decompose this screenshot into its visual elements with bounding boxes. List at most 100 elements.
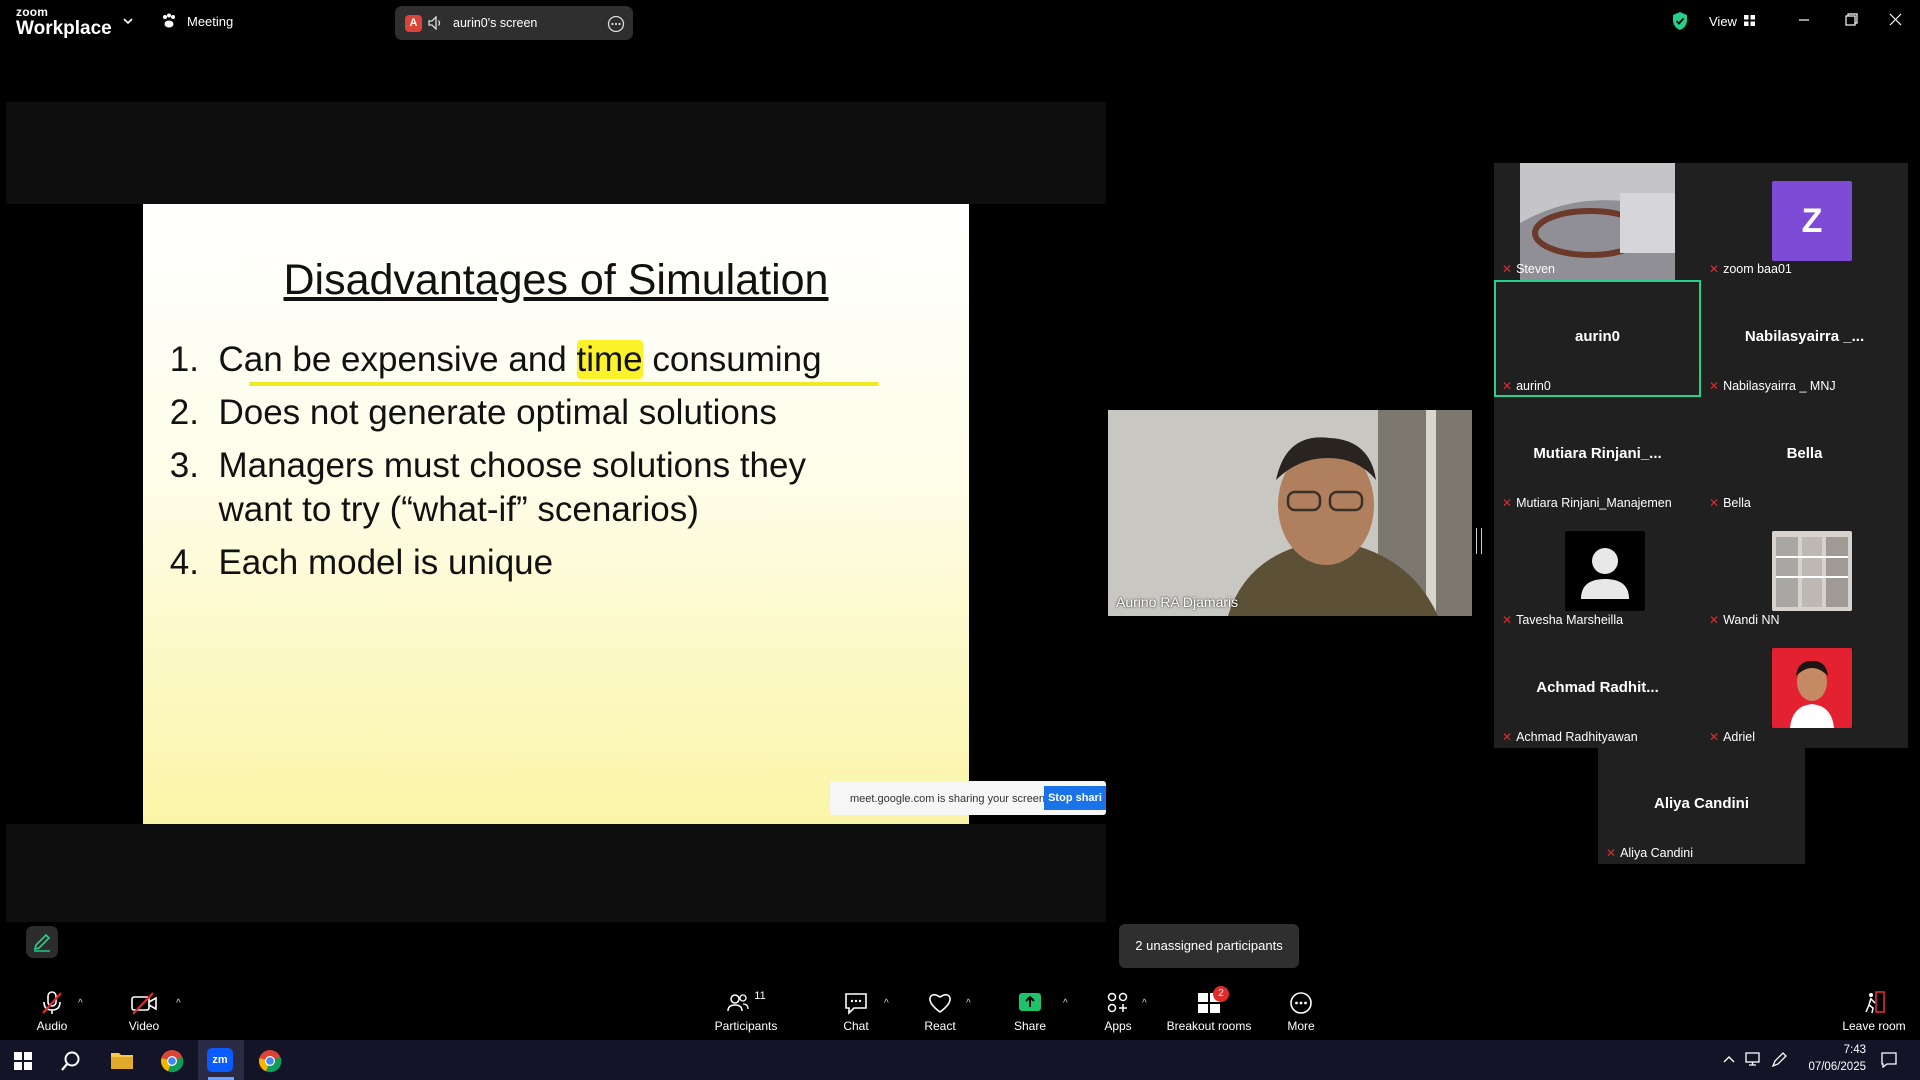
- participant-tile-nabilasyairra[interactable]: Nabilasyairra _... ✕ Nabilasyairra _ MNJ: [1701, 280, 1908, 397]
- network-icon[interactable]: [1744, 1051, 1762, 1067]
- participant-label: ✕ Nabilasyairra _ MNJ: [1709, 379, 1836, 393]
- mic-muted-icon: [42, 991, 62, 1014]
- windows-start-icon[interactable]: [14, 1052, 32, 1070]
- participant-tile-mutiara[interactable]: Mutiara Rinjani_... ✕ Mutiara Rinjani_Man…: [1494, 397, 1701, 514]
- windows-taskbar: zm 7:43 07/06/2025: [0, 1040, 1920, 1080]
- participant-tile-aliya[interactable]: Aliya Candini ✕ Aliya Candini: [1598, 747, 1805, 864]
- security-shield-icon[interactable]: [1671, 11, 1689, 31]
- speaker-name: Aurino RA Djamaris: [1116, 594, 1239, 610]
- chat-options-caret[interactable]: ^: [884, 998, 889, 1009]
- participant-tile-bella[interactable]: Bella ✕ Bella: [1701, 397, 1908, 514]
- chevron-down-icon[interactable]: [122, 15, 134, 27]
- meeting-label[interactable]: Meeting: [187, 14, 233, 29]
- slide-item-2: 2. Does not generate optimal solutions: [169, 393, 777, 432]
- react-options-caret[interactable]: ^: [966, 998, 971, 1009]
- participants-button[interactable]: 11 Participants: [706, 990, 786, 1033]
- chrome-active-icon[interactable]: [258, 1049, 282, 1073]
- participant-label: ✕ Steven: [1502, 262, 1555, 276]
- annotate-pencil-icon[interactable]: [26, 926, 58, 958]
- audio-button[interactable]: Audio: [12, 990, 92, 1033]
- react-button[interactable]: React: [900, 990, 980, 1033]
- pen-icon[interactable]: [1770, 1051, 1788, 1069]
- screen-label: aurin0's screen: [453, 16, 538, 30]
- profile-photo: [1772, 531, 1852, 611]
- participant-tile-wandi[interactable]: ✕ Wandi NN: [1701, 514, 1908, 631]
- close-icon[interactable]: [1889, 13, 1902, 26]
- slide-item-4: 4. Each model is unique: [169, 543, 554, 582]
- speaker-video[interactable]: Aurino RA Djamaris: [1108, 410, 1472, 616]
- participant-label: ✕ Tavesha Marsheilla: [1502, 613, 1624, 627]
- system-clock[interactable]: 7:43 07/06/2025: [1806, 1042, 1866, 1076]
- participant-display-name: Achmad Radhit...: [1536, 679, 1659, 696]
- stop-sharing-button[interactable]: Stop shari: [1044, 786, 1106, 810]
- participant-tile-steven[interactable]: ✕ Steven: [1494, 163, 1701, 280]
- participants-icon: [727, 994, 749, 1012]
- screen-share-indicator[interactable]: A aurin0's screen: [395, 6, 633, 40]
- participant-display-name: Nabilasyairra _...: [1744, 328, 1865, 345]
- mic-muted-icon: ✕: [1502, 613, 1513, 627]
- more-options-icon[interactable]: [607, 15, 625, 33]
- leave-room-icon: [1865, 991, 1885, 1014]
- participant-label: ✕ Adriel: [1709, 730, 1756, 744]
- video-off-icon: [131, 992, 157, 1015]
- unassigned-participants-tooltip: 2 unassigned participants: [1119, 924, 1299, 968]
- participant-tile-achmad[interactable]: Achmad Radhit... ✕ Achmad Radhityawan: [1494, 631, 1701, 748]
- search-icon[interactable]: [60, 1050, 82, 1072]
- participant-display-name: Aliya Candini: [1653, 795, 1750, 812]
- file-explorer-icon[interactable]: [110, 1050, 134, 1070]
- meeting-toolbar: Audio ^ Video ^ 11 Participants Chat ^ R…: [0, 980, 1920, 1040]
- chrome-icon[interactable]: [160, 1049, 184, 1073]
- restore-icon[interactable]: [1845, 13, 1858, 26]
- participant-label: ✕ aurin0: [1502, 379, 1551, 393]
- breakout-badge: 2: [1213, 986, 1229, 1002]
- slide-item-3: 3. Managers must choose solutions they: [169, 446, 806, 485]
- speaker-icon: [428, 16, 444, 30]
- grid-view-icon[interactable]: [1744, 15, 1755, 26]
- participant-tile-tavesha[interactable]: ✕ Tavesha Marsheilla: [1494, 514, 1701, 631]
- slide-title: Disadvantages of Simulation: [283, 256, 829, 304]
- participant-label: ✕ Wandi NN: [1709, 613, 1780, 627]
- participants-count: 11: [754, 990, 766, 1002]
- leave-room-button[interactable]: Leave room: [1832, 990, 1916, 1033]
- highlight-underline: [249, 382, 879, 386]
- chat-icon: [845, 993, 867, 1015]
- video-options-caret[interactable]: ^: [176, 998, 181, 1009]
- more-icon: [1290, 992, 1312, 1014]
- mic-muted-icon: ✕: [1502, 262, 1513, 276]
- avatar: Z: [1772, 181, 1852, 261]
- zoom-workplace-logo[interactable]: zoom Workplace: [16, 6, 112, 38]
- more-button[interactable]: More: [1261, 990, 1341, 1033]
- mic-muted-icon: ✕: [1502, 496, 1513, 510]
- notifications-icon[interactable]: [1880, 1051, 1898, 1069]
- share-options-caret[interactable]: ^: [1063, 998, 1068, 1009]
- resize-handle[interactable]: [1476, 528, 1482, 554]
- heart-icon: [929, 993, 951, 1013]
- view-button[interactable]: View: [1709, 14, 1737, 29]
- participant-label: ✕ zoom baa01: [1709, 262, 1792, 276]
- share-button[interactable]: Share: [990, 990, 1070, 1033]
- zoom-taskbar-item[interactable]: zm: [198, 1040, 244, 1080]
- mic-muted-icon: ✕: [1502, 730, 1513, 744]
- apps-button[interactable]: Apps: [1078, 990, 1158, 1033]
- breakout-rooms-button[interactable]: 2 Breakout rooms: [1157, 986, 1261, 1033]
- slide-item-1: 1. Can be expensive and time consuming: [169, 340, 822, 379]
- sharing-notice-text: meet.google.com is sharing your screen.: [850, 793, 1049, 805]
- participant-display-name: Bella: [1786, 445, 1823, 462]
- tray-chevron-icon[interactable]: [1722, 1054, 1736, 1064]
- participant-label: ✕ Achmad Radhityawan: [1502, 730, 1638, 744]
- mic-muted-icon: ✕: [1709, 730, 1720, 744]
- screen-sharing-notice: meet.google.com is sharing your screen. …: [830, 781, 1106, 815]
- participant-tile-zoom-baa01[interactable]: Z ✕ zoom baa01: [1701, 163, 1908, 280]
- participant-tile-adriel[interactable]: ✕ Adriel: [1701, 631, 1908, 748]
- presentation-slide: Disadvantages of Simulation 1. Can be ex…: [143, 204, 969, 824]
- apps-options-caret[interactable]: ^: [1142, 998, 1147, 1009]
- audio-options-caret[interactable]: ^: [78, 998, 83, 1009]
- participant-gallery: ✕ Steven Z ✕ zoom baa01 aurin0 ✕ aurin0 Nab…: [1494, 163, 1908, 748]
- participant-display-name: aurin0: [1574, 328, 1620, 345]
- chat-button[interactable]: Chat: [816, 990, 896, 1033]
- profile-photo: [1772, 648, 1852, 728]
- participant-tile-aurin0[interactable]: aurin0 ✕ aurin0: [1494, 280, 1701, 397]
- mic-muted-icon: ✕: [1709, 496, 1720, 510]
- minimize-icon[interactable]: [1798, 14, 1810, 26]
- video-button[interactable]: Video: [104, 990, 184, 1033]
